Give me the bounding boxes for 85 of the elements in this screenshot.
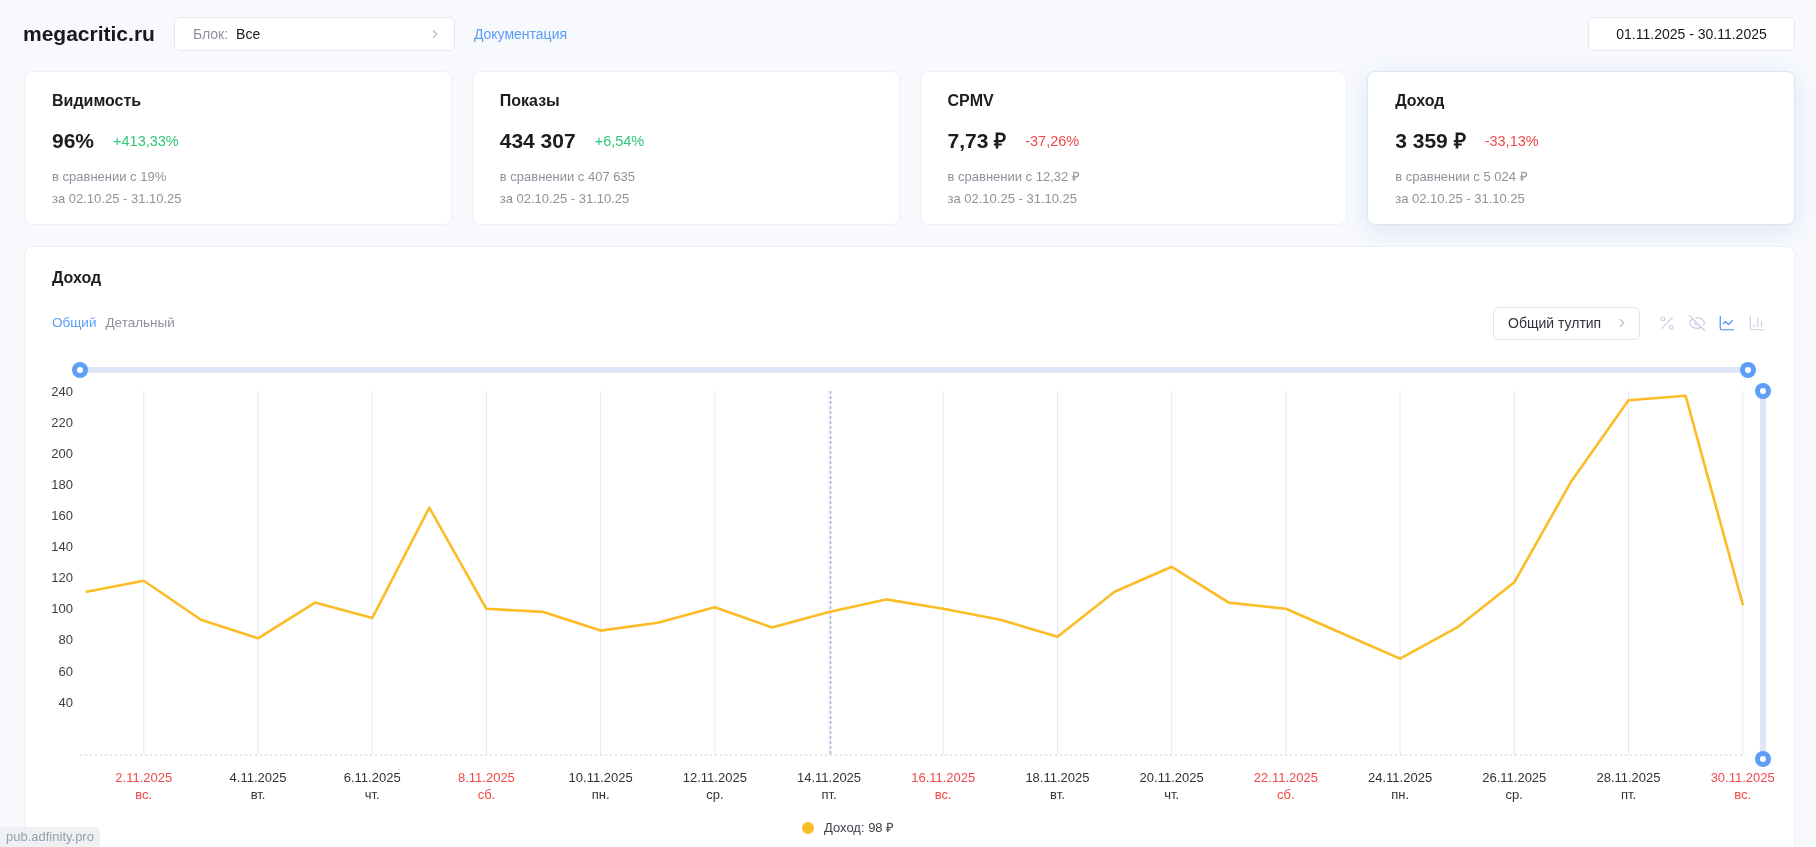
weekday-label: вт. bbox=[250, 787, 266, 802]
card-title: Доход bbox=[1395, 91, 1445, 111]
change-percent: +6,54% bbox=[594, 132, 645, 151]
x-axis-date-label: 26.11.2025 bbox=[1482, 770, 1547, 785]
y-axis-label: 120 bbox=[52, 570, 73, 586]
x-axis-date-label: 24.11.2025 bbox=[1368, 770, 1433, 785]
slider-handle[interactable] bbox=[72, 362, 88, 378]
card-title: CPMV bbox=[947, 91, 994, 111]
status-url: pub.adfinity.pro bbox=[0, 827, 100, 847]
slider-handle[interactable] bbox=[1755, 751, 1771, 767]
change-percent: -33,13% bbox=[1484, 132, 1539, 151]
y-axis-label: 40 bbox=[58, 694, 73, 710]
weekday-label: пн. bbox=[1391, 787, 1409, 802]
x-axis-date-label: 28.11.2025 bbox=[1596, 770, 1661, 785]
x-axis-date-label: 22.11.2025 bbox=[1253, 770, 1318, 785]
date-range-button[interactable]: 01.11.2025 - 30.11.2025 bbox=[1588, 17, 1795, 51]
x-axis-date-label: 10.11.2025 bbox=[568, 770, 633, 785]
y-axis-label: 100 bbox=[52, 601, 73, 617]
x-axis-date-label: 12.11.2025 bbox=[682, 770, 747, 785]
metric-value: 7,73 ₽ bbox=[947, 128, 1007, 154]
weekday-label: чт. bbox=[1164, 787, 1180, 802]
weekday-label: вс. bbox=[1734, 787, 1752, 802]
weekday-label: ср. bbox=[1505, 787, 1523, 802]
comparison-text: в сравнении с 5 024 ₽ bbox=[1395, 168, 1528, 186]
percent-icon bbox=[1658, 314, 1676, 332]
hide-toggle[interactable] bbox=[1688, 314, 1706, 332]
x-axis-date-label: 6.11.2025 bbox=[343, 770, 401, 785]
x-axis-date-label: 18.11.2025 bbox=[1025, 770, 1090, 785]
period-text: за 02.10.25 - 31.10.25 bbox=[52, 190, 182, 208]
weekday-label: сб. bbox=[1277, 787, 1295, 802]
card-title: Показы bbox=[499, 91, 560, 111]
eye-off-icon bbox=[1688, 314, 1706, 332]
x-axis-date-label: 8.11.2025 bbox=[458, 770, 515, 785]
y-axis-label: 80 bbox=[58, 632, 73, 648]
select-value: Общий тултип bbox=[1508, 313, 1602, 333]
weekday-label: вс. bbox=[934, 787, 952, 802]
weekday-label: пт. bbox=[821, 787, 837, 802]
x-axis-date-label: 20.11.2025 bbox=[1139, 770, 1204, 785]
slider-handle[interactable] bbox=[1755, 383, 1771, 399]
y-axis-label: 200 bbox=[52, 445, 73, 461]
change-percent: +413,33% bbox=[113, 132, 179, 151]
line-chart-toggle[interactable] bbox=[1718, 314, 1736, 332]
percent-toggle[interactable] bbox=[1658, 314, 1676, 332]
x-axis-date-label: 4.11.2025 bbox=[229, 770, 287, 785]
x-axis-date-label: 14.11.2025 bbox=[797, 770, 862, 785]
y-axis-label: 140 bbox=[52, 539, 73, 555]
card-title: Видимость bbox=[52, 91, 142, 111]
weekday-label: сб. bbox=[477, 787, 496, 802]
weekday-label: чт. bbox=[364, 787, 380, 802]
x-axis-date-label: 30.11.2025 bbox=[1710, 770, 1775, 785]
y-axis-label: 160 bbox=[52, 507, 73, 523]
weekday-label: вс. bbox=[135, 787, 153, 802]
site-title: megacritic.ru bbox=[23, 21, 155, 48]
vertical-range-slider[interactable] bbox=[1755, 383, 1771, 767]
period-text: за 02.10.25 - 31.10.25 bbox=[1395, 190, 1525, 208]
weekday-label: пн. bbox=[591, 787, 610, 802]
block-select[interactable]: Блок: Все bbox=[173, 17, 455, 51]
y-axis-label: 220 bbox=[52, 414, 73, 430]
weekday-label: ср. bbox=[706, 787, 724, 802]
change-percent: -37,26% bbox=[1025, 132, 1080, 151]
x-axis-date-label: 16.11.2025 bbox=[911, 770, 976, 785]
comparison-text: в сравнении с 12,32 ₽ bbox=[947, 168, 1080, 186]
select-label: Блок: bbox=[192, 24, 229, 44]
metric-value: 3 359 ₽ bbox=[1395, 128, 1466, 154]
legend-label: Доход: 98 ₽ bbox=[824, 819, 895, 838]
comparison-text: в сравнении с 19% bbox=[52, 168, 167, 186]
bar-chart-icon bbox=[1748, 314, 1766, 332]
weekday-label: вт. bbox=[1050, 787, 1065, 802]
slider-handle[interactable] bbox=[1740, 362, 1756, 378]
select-value: Все bbox=[236, 24, 261, 44]
weekday-label: пт. bbox=[1620, 787, 1637, 802]
line-chart-icon bbox=[1718, 314, 1736, 332]
y-axis-label: 60 bbox=[58, 663, 73, 679]
y-axis-label: 240 bbox=[52, 383, 73, 399]
horizontal-range-slider[interactable] bbox=[72, 362, 1756, 378]
comparison-text: в сравнении с 407 635 bbox=[499, 168, 635, 186]
y-axis-label: 180 bbox=[52, 476, 73, 492]
metric-value: 96% bbox=[52, 128, 95, 154]
bar-chart-toggle[interactable] bbox=[1748, 314, 1766, 332]
period-text: за 02.10.25 - 31.10.25 bbox=[499, 190, 630, 208]
tooltip-select[interactable]: Общий тултип bbox=[1493, 306, 1640, 340]
period-text: за 02.10.25 - 31.10.25 bbox=[947, 190, 1078, 208]
x-axis-date-label: 2.11.2025 bbox=[115, 770, 173, 785]
chart-title: Доход bbox=[52, 268, 102, 288]
metric-value: 434 307 bbox=[499, 128, 576, 154]
